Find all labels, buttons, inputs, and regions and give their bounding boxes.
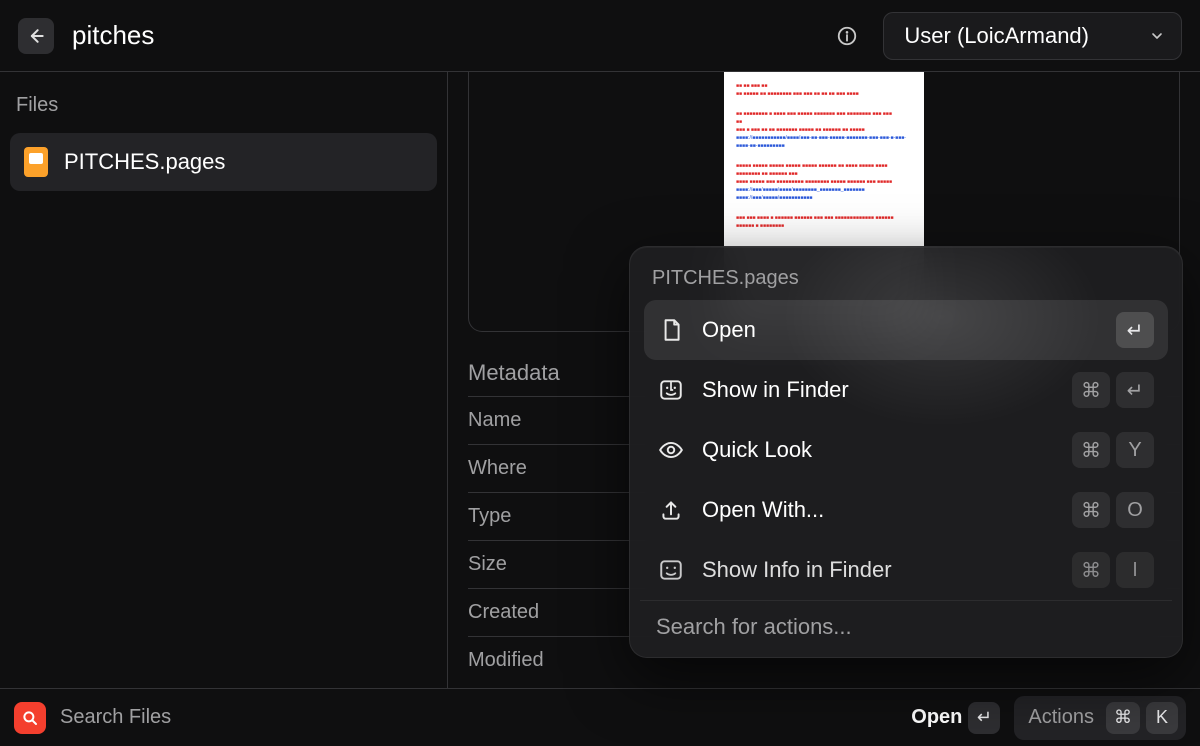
popup-title: PITCHES.pages xyxy=(640,261,1172,300)
popup-list: Open ↵ Show in Finder ⌘ ↵ Quick Look ⌘ Y xyxy=(640,300,1172,600)
user-select-label: User (LoicArmand) xyxy=(904,23,1089,49)
finder-icon xyxy=(658,377,684,403)
enter-key-icon: ↵ xyxy=(1116,312,1154,348)
action-label: Show Info in Finder xyxy=(702,557,1054,583)
search-placeholder[interactable]: Search Files xyxy=(60,706,885,729)
cmd-key-icon: ⌘ xyxy=(1106,702,1140,734)
file-row[interactable]: PITCHES.pages xyxy=(10,133,437,191)
y-key-icon: Y xyxy=(1116,432,1154,468)
actions-search-input[interactable] xyxy=(654,613,1158,641)
file-icon xyxy=(658,317,684,343)
action-label: Open With... xyxy=(702,497,1054,523)
cmd-key-icon: ⌘ xyxy=(1072,372,1110,408)
enter-key-icon: ↵ xyxy=(1116,372,1154,408)
action-show-in-finder[interactable]: Show in Finder ⌘ ↵ xyxy=(644,360,1168,420)
footer-actions[interactable]: Actions ⌘ K xyxy=(1014,696,1186,740)
action-open[interactable]: Open ↵ xyxy=(644,300,1168,360)
cmd-key-icon: ⌘ xyxy=(1072,432,1110,468)
action-label: Show in Finder xyxy=(702,377,1054,403)
search-button[interactable] xyxy=(14,702,46,734)
actions-popup: PITCHES.pages Open ↵ Show in Finder ⌘ ↵ xyxy=(629,246,1183,658)
header: pitches User (LoicArmand) xyxy=(0,0,1200,72)
finder-icon xyxy=(658,557,684,583)
footer-open[interactable]: Open ↵ xyxy=(911,702,1000,734)
file-name: PITCHES.pages xyxy=(64,149,225,175)
pages-file-icon xyxy=(24,147,48,177)
i-key-icon: I xyxy=(1116,552,1154,588)
action-quick-look[interactable]: Quick Look ⌘ Y xyxy=(644,420,1168,480)
cmd-key-icon: ⌘ xyxy=(1072,492,1110,528)
sidebar-heading: Files xyxy=(10,84,437,127)
search-icon xyxy=(21,709,39,727)
o-key-icon: O xyxy=(1116,492,1154,528)
info-icon xyxy=(836,25,858,47)
k-key-icon: K xyxy=(1146,702,1178,734)
footer-open-label: Open xyxy=(911,706,962,729)
enter-key-icon: ↵ xyxy=(968,702,1000,734)
back-button[interactable] xyxy=(18,18,54,54)
eye-icon xyxy=(658,437,684,463)
cmd-key-icon: ⌘ xyxy=(1072,552,1110,588)
user-select[interactable]: User (LoicArmand) xyxy=(883,12,1182,60)
upload-icon xyxy=(658,497,684,523)
footer: Search Files Open ↵ Actions ⌘ K xyxy=(0,688,1200,746)
sidebar: Files PITCHES.pages xyxy=(0,72,448,688)
chevron-down-icon xyxy=(1149,28,1165,44)
action-open-with[interactable]: Open With... ⌘ O xyxy=(644,480,1168,540)
info-button[interactable] xyxy=(829,18,865,54)
action-label: Quick Look xyxy=(702,437,1054,463)
footer-actions-label: Actions xyxy=(1022,706,1100,729)
page-title: pitches xyxy=(72,20,811,51)
action-label: Open xyxy=(702,317,1098,343)
action-show-info-in-finder[interactable]: Show Info in Finder ⌘ I xyxy=(644,540,1168,600)
popup-search xyxy=(640,600,1172,657)
